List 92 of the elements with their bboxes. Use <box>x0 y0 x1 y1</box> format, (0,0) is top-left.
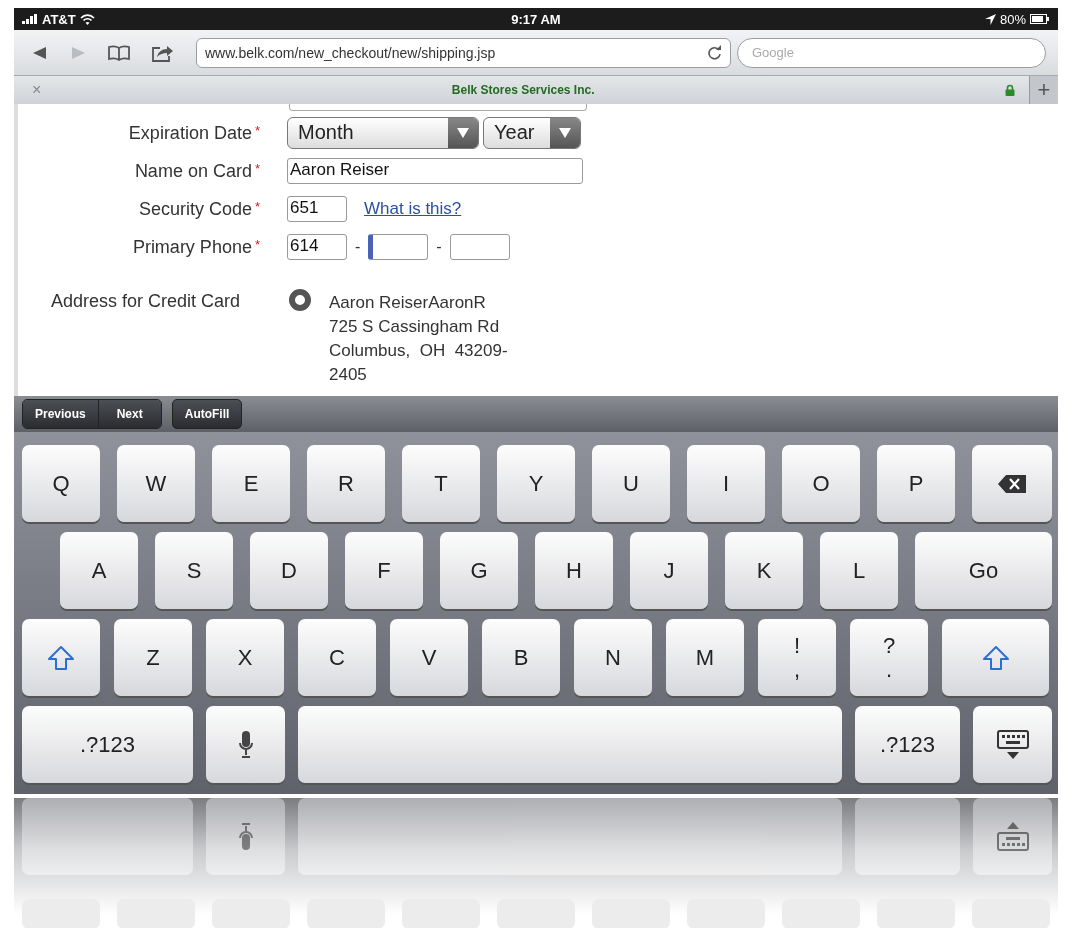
address-field[interactable]: www.belk.com/new_checkout/new/shipping.jsp <box>196 37 731 68</box>
reload-icon[interactable] <box>708 45 722 60</box>
tab-title: Belk Stores Services Inc. <box>450 83 596 97</box>
numbers-key[interactable]: .?123 <box>22 706 193 783</box>
battery-percentage: 80% <box>999 11 1026 27</box>
letter-key[interactable]: F <box>345 532 423 609</box>
letter-key[interactable]: H <box>535 532 613 609</box>
shift-icon <box>47 644 75 671</box>
letter-key[interactable]: W <box>117 445 195 522</box>
field-label: Primary Phone <box>132 236 252 258</box>
letter-key[interactable]: Z <box>114 619 192 696</box>
caret-icon <box>559 128 571 138</box>
separator-dash: - <box>355 238 361 256</box>
clock-time: 9:17 AM <box>511 11 561 27</box>
battery-icon <box>1030 14 1050 24</box>
keyboard-hide-icon <box>996 821 1029 852</box>
letter-key[interactable]: O <box>782 445 860 522</box>
backspace-icon <box>998 474 1026 493</box>
address-line: 725 S Cassingham Rd <box>329 316 501 338</box>
input-field[interactable] <box>289 104 587 111</box>
letter-key[interactable]: P <box>877 445 955 522</box>
field-label: Expiration Date <box>128 122 252 144</box>
numbers-key[interactable]: .?123 <box>855 706 960 783</box>
separator-dash: - <box>436 238 442 256</box>
letter-key[interactable]: D <box>250 532 328 609</box>
input-field[interactable]: 651 <box>287 196 347 222</box>
letter-key[interactable]: V <box>390 619 468 696</box>
letter-key[interactable]: Y <box>497 445 575 522</box>
help-link[interactable]: What is this? <box>364 199 462 219</box>
letter-key[interactable]: I <box>687 445 765 522</box>
book-icon[interactable] <box>108 44 130 61</box>
required-mark: * <box>254 122 260 138</box>
key-symbol: . <box>885 657 893 682</box>
location-arrow-icon <box>984 13 996 25</box>
field-label: Name on Card <box>134 160 252 182</box>
letter-key[interactable]: X <box>206 619 284 696</box>
microphone-icon <box>238 730 253 759</box>
autofill-button[interactable]: AutoFill <box>171 399 243 429</box>
address-line: Aaron ReiserAaronR <box>329 292 487 314</box>
letter-key[interactable]: B <box>482 619 560 696</box>
letter-key[interactable]: R <box>307 445 385 522</box>
shift-key[interactable] <box>22 619 100 696</box>
wifi-icon <box>79 13 95 25</box>
input-field[interactable] <box>368 234 429 260</box>
letter-key[interactable]: M <box>666 619 744 696</box>
shift-icon <box>981 644 1010 671</box>
input-field[interactable] <box>449 234 510 260</box>
letter-key[interactable]: J <box>630 532 708 609</box>
dropdown[interactable]: Month <box>287 117 479 149</box>
input-field[interactable]: 614 <box>287 234 347 260</box>
navigation-button[interactable]: Next <box>97 400 161 428</box>
keyboard-hide-icon <box>996 729 1029 760</box>
backspace-key[interactable] <box>972 445 1052 522</box>
letter-key[interactable]: A <box>60 532 138 609</box>
key-symbol: ! <box>793 633 801 658</box>
letter-key[interactable]: G <box>440 532 518 609</box>
letter-key[interactable]: K <box>725 532 803 609</box>
letter-key[interactable]: L <box>820 532 898 609</box>
hide-keyboard-key[interactable] <box>973 706 1052 783</box>
shift-key[interactable] <box>942 619 1049 696</box>
share-icon[interactable] <box>152 43 174 62</box>
browser-tab[interactable]: × Belk Stores Services Inc. + <box>14 75 1058 104</box>
back-button[interactable] <box>32 44 48 61</box>
letter-key[interactable]: C <box>298 619 376 696</box>
field-label: Security Code <box>138 198 252 220</box>
signal-icon <box>22 14 38 24</box>
key-symbol: ? <box>882 633 896 658</box>
caret-icon <box>457 128 469 138</box>
field-label: Address for Credit Card <box>51 291 241 311</box>
address-line: Columbus, OH 43209- <box>329 340 508 362</box>
dictation-key[interactable] <box>206 706 285 783</box>
letter-key[interactable]: U <box>592 445 670 522</box>
navigation-button[interactable]: Previous <box>23 400 98 428</box>
input-field[interactable]: Aaron Reiser <box>287 158 583 184</box>
new-tab-button[interactable]: + <box>1029 76 1058 104</box>
required-mark: * <box>254 160 260 176</box>
carrier-name: AT&T <box>42 11 76 27</box>
address-line: 2405 <box>329 364 368 386</box>
dropdown[interactable]: Year <box>483 117 581 149</box>
letter-key[interactable]: S <box>155 532 233 609</box>
microphone-icon <box>238 822 253 851</box>
letter-key[interactable]: E <box>212 445 290 522</box>
go-key[interactable]: Go <box>915 532 1052 609</box>
letter-key[interactable]: N <box>574 619 652 696</box>
letter-key[interactable]: Q <box>22 445 100 522</box>
key-symbol: , <box>793 657 801 682</box>
letter-key[interactable]: T <box>402 445 480 522</box>
radio-button[interactable] <box>289 289 311 311</box>
punctuation-key[interactable]: ? . <box>850 619 928 696</box>
required-mark: * <box>254 198 260 214</box>
punctuation-key[interactable]: ! , <box>758 619 836 696</box>
required-mark: * <box>254 236 260 252</box>
